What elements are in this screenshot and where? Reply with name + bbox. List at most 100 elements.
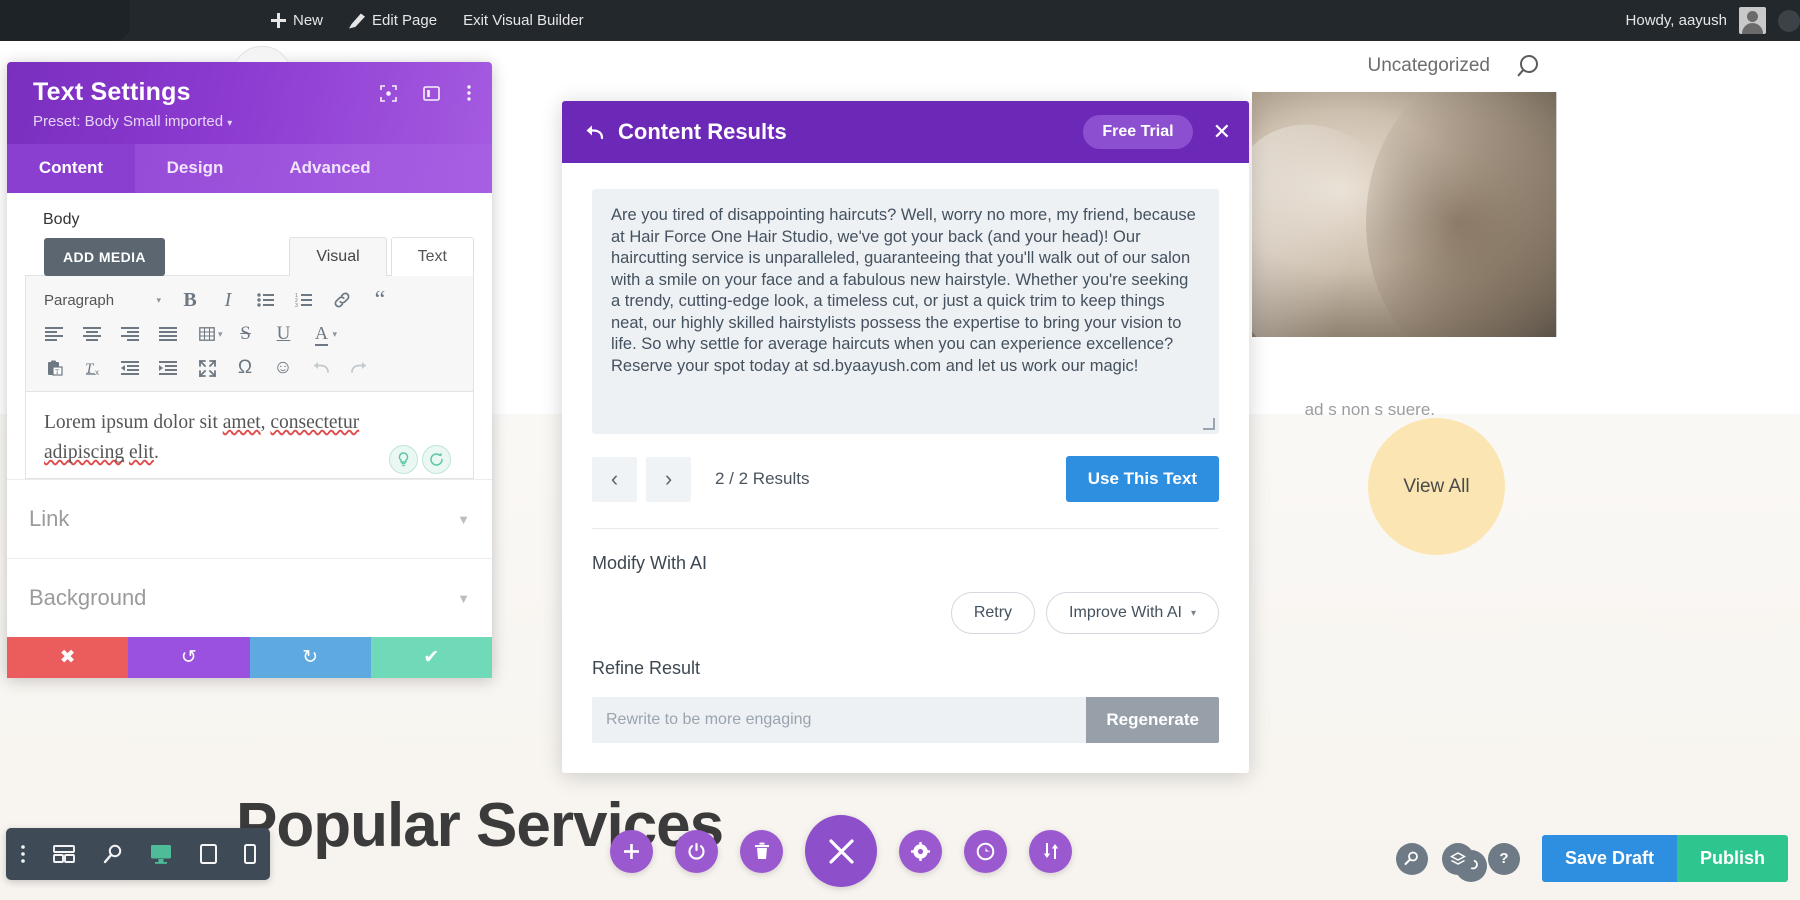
link-icon[interactable] bbox=[323, 284, 361, 316]
help-icon[interactable]: ? bbox=[1487, 842, 1520, 875]
close-builder-icon[interactable] bbox=[805, 815, 877, 887]
strikethrough-icon[interactable]: S bbox=[227, 318, 265, 350]
focus-icon[interactable] bbox=[380, 84, 397, 102]
clear-formatting-icon[interactable]: Tx bbox=[74, 352, 112, 384]
redo-icon[interactable] bbox=[340, 352, 378, 384]
svg-text:x: x bbox=[95, 368, 99, 376]
power-icon[interactable] bbox=[675, 829, 718, 873]
layers-icon[interactable] bbox=[1441, 842, 1474, 875]
indent-icon[interactable] bbox=[150, 352, 188, 384]
spellcheck-word: elit bbox=[129, 442, 154, 463]
fullscreen-icon[interactable] bbox=[188, 352, 226, 384]
site-category-link[interactable]: Uncategorized bbox=[1367, 55, 1490, 77]
ai-action-bubbles bbox=[389, 445, 451, 474]
admin-bar-edit-page[interactable]: Edit Page bbox=[336, 0, 450, 41]
align-justify-icon[interactable] bbox=[150, 318, 188, 350]
admin-bar-exit-builder[interactable]: Exit Visual Builder bbox=[450, 0, 597, 41]
next-result-button[interactable]: › bbox=[646, 456, 691, 502]
underline-icon[interactable]: U bbox=[265, 318, 303, 350]
paragraph-format-select[interactable]: Paragraph ▾ bbox=[36, 284, 171, 316]
redo-button[interactable]: ↻ bbox=[249, 637, 371, 678]
emoji-icon[interactable]: ☺ bbox=[264, 352, 302, 384]
settings-gear-icon[interactable] bbox=[899, 829, 942, 873]
chevron-down-icon[interactable]: ▾ bbox=[218, 329, 223, 340]
bold-icon[interactable]: B bbox=[171, 284, 209, 316]
hero-image bbox=[1252, 92, 1557, 337]
tab-text[interactable]: Text bbox=[390, 237, 474, 276]
howdy-label: Howdy, aayush bbox=[1625, 12, 1727, 29]
tablet-icon[interactable] bbox=[199, 844, 217, 864]
admin-bar-account[interactable]: Howdy, aayush bbox=[1626, 7, 1800, 34]
tab-design[interactable]: Design bbox=[135, 144, 255, 193]
more-vertical-icon[interactable] bbox=[466, 84, 472, 102]
wireframe-icon[interactable] bbox=[53, 845, 76, 863]
zoom-out-icon[interactable] bbox=[103, 844, 123, 864]
phone-icon[interactable] bbox=[244, 844, 257, 864]
editor-top-row: ADD MEDIA Visual Text bbox=[25, 237, 474, 276]
preset-label: Preset: Body Small imported bbox=[33, 113, 224, 130]
tab-content[interactable]: Content bbox=[7, 144, 135, 193]
outdent-icon[interactable] bbox=[112, 352, 150, 384]
more-options-icon[interactable] bbox=[20, 844, 26, 864]
prev-result-button[interactable]: ‹ bbox=[592, 456, 637, 502]
italic-icon[interactable]: I bbox=[209, 284, 247, 316]
preset-selector[interactable]: Preset: Body Small imported ▾ bbox=[33, 113, 472, 130]
bullet-list-icon[interactable] bbox=[247, 284, 285, 316]
special-character-icon[interactable]: Ω bbox=[226, 352, 264, 384]
builder-bottom-right-bar: ? Save Draft Publish bbox=[1395, 835, 1788, 882]
text-settings-modal: Text Settings Preset: Body Small importe… bbox=[7, 46, 492, 678]
results-navigation: ‹ › 2 / 2 Results Use This Text bbox=[592, 456, 1219, 502]
paste-as-text-icon[interactable]: T bbox=[36, 352, 74, 384]
section-link[interactable]: Link ▼ bbox=[7, 479, 492, 558]
close-icon[interactable]: ✕ bbox=[1213, 121, 1231, 143]
save-draft-button[interactable]: Save Draft bbox=[1541, 835, 1677, 882]
placeholder-paragraph: ad s non s suere. bbox=[1304, 400, 1435, 419]
align-center-icon[interactable] bbox=[74, 318, 112, 350]
layout-icon[interactable] bbox=[423, 85, 440, 102]
wp-content-editable[interactable]: Lorem ipsum dolor sit amet, consectetur a… bbox=[25, 392, 474, 479]
view-all-button[interactable]: View All bbox=[1368, 418, 1505, 555]
tab-advanced[interactable]: Advanced bbox=[255, 144, 405, 193]
back-arrow-icon[interactable] bbox=[584, 124, 604, 140]
wp-editor-toolbar: Paragraph ▾ B I 1 2 3 “ ▾ S U A ▾ T T x … bbox=[25, 275, 474, 392]
tab-visual[interactable]: Visual bbox=[289, 237, 387, 276]
blockquote-icon[interactable]: “ bbox=[361, 284, 399, 316]
improve-with-ai-button[interactable]: Improve With AI ▾ bbox=[1046, 592, 1219, 634]
undo-button[interactable]: ↺ bbox=[128, 637, 250, 678]
chevron-down-icon[interactable]: ▾ bbox=[333, 329, 338, 340]
result-textarea[interactable]: Are you tired of disappointing haircuts?… bbox=[592, 189, 1219, 434]
add-media-button[interactable]: ADD MEDIA bbox=[44, 238, 165, 276]
history-icon[interactable] bbox=[964, 829, 1007, 873]
retry-button[interactable]: Retry bbox=[950, 592, 1036, 634]
zoom-icon[interactable] bbox=[1395, 842, 1428, 875]
chevron-down-icon: ▾ bbox=[227, 118, 233, 129]
admin-bar-items: New Edit Page Exit Visual Builder bbox=[258, 0, 597, 41]
device-preview-toolbar bbox=[6, 828, 270, 880]
undo-icon[interactable] bbox=[302, 352, 340, 384]
ai-generate-icon[interactable] bbox=[389, 445, 418, 474]
sort-icon[interactable] bbox=[1029, 829, 1072, 873]
result-text: Are you tired of disappointing haircuts?… bbox=[611, 206, 1196, 375]
text-settings-body: Body ADD MEDIA Visual Text Paragraph ▾ B… bbox=[7, 193, 492, 479]
trash-icon[interactable] bbox=[740, 829, 783, 873]
ai-refresh-icon[interactable] bbox=[422, 445, 451, 474]
cancel-button[interactable]: ✖ bbox=[7, 637, 129, 678]
save-button[interactable]: ✔ bbox=[370, 637, 492, 678]
refine-input[interactable] bbox=[592, 697, 1087, 743]
search-icon[interactable] bbox=[1516, 54, 1540, 78]
publish-button[interactable]: Publish bbox=[1676, 835, 1788, 882]
regenerate-button[interactable]: Regenerate bbox=[1086, 697, 1219, 743]
text-settings-footer: ✖ ↺ ↻ ✔ bbox=[7, 637, 492, 678]
use-this-text-button[interactable]: Use This Text bbox=[1065, 456, 1219, 502]
admin-bar-new[interactable]: New bbox=[258, 0, 336, 41]
desktop-icon[interactable] bbox=[150, 844, 172, 864]
resize-handle-icon[interactable] bbox=[1203, 418, 1215, 430]
align-left-icon[interactable] bbox=[36, 318, 74, 350]
numbered-list-icon[interactable]: 1 2 3 bbox=[285, 284, 323, 316]
free-trial-badge[interactable]: Free Trial bbox=[1083, 115, 1193, 149]
section-background[interactable]: Background ▼ bbox=[7, 558, 492, 637]
add-icon[interactable] bbox=[610, 829, 653, 873]
align-right-icon[interactable] bbox=[112, 318, 150, 350]
pencil-icon bbox=[349, 13, 366, 29]
editor-mode-tabs: Visual Text bbox=[289, 237, 474, 276]
